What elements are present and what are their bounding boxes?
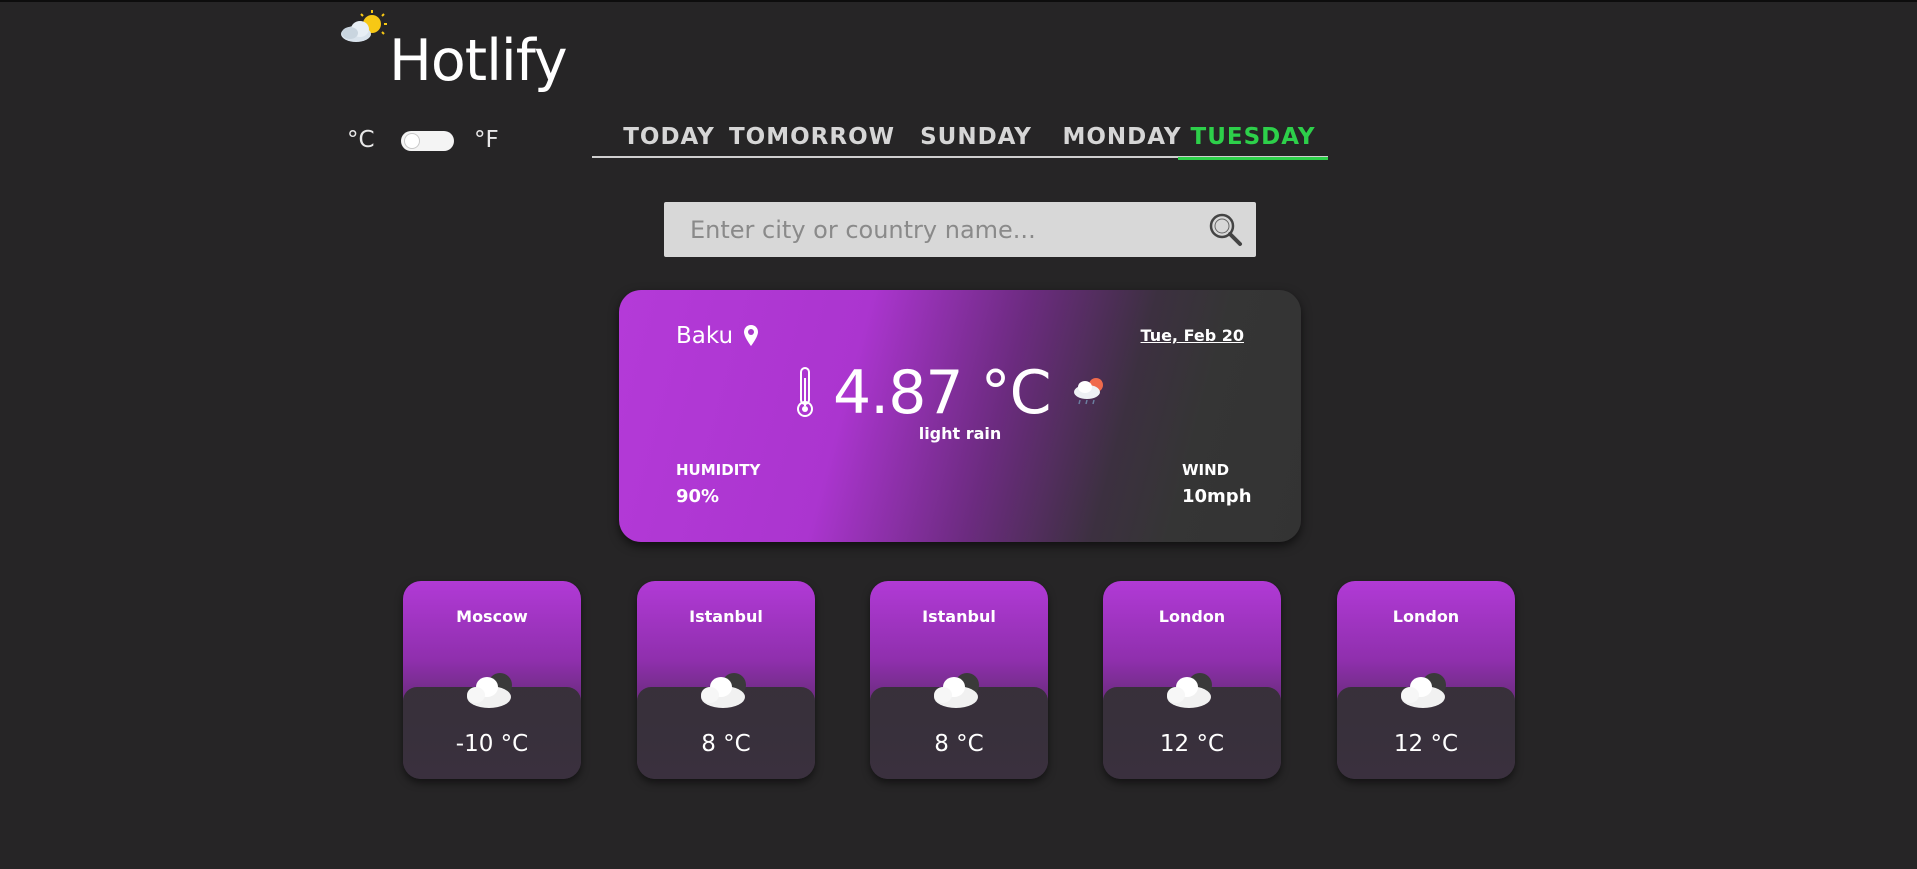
fahrenheit-label: °F xyxy=(474,127,499,153)
forecast-card[interactable]: Istanbul 8 °C xyxy=(637,581,815,779)
forecast-city: London xyxy=(1392,607,1460,626)
humidity-label: HUMIDITY xyxy=(676,461,761,479)
forecast-city: Istanbul xyxy=(689,607,763,626)
tab-today[interactable]: TODAY xyxy=(606,122,732,158)
forecast-card[interactable]: London 12 °C xyxy=(1337,581,1515,779)
current-date[interactable]: Tue, Feb 20 xyxy=(1100,326,1244,345)
unit-toggle[interactable] xyxy=(401,131,454,151)
celsius-label: °C xyxy=(347,127,375,153)
toggle-knob[interactable] xyxy=(404,133,420,149)
forecast-temperature: 12 °C xyxy=(1393,731,1459,757)
humidity-value: 90% xyxy=(676,486,720,507)
location-pin-icon xyxy=(744,325,758,346)
forecast-city: London xyxy=(1158,607,1226,626)
current-city: Baku xyxy=(676,323,734,349)
tab-tuesday[interactable]: TUESDAY xyxy=(1178,122,1328,160)
day-tabs: TODAY TOMORROW SUNDAY MONDAY TUESDAY xyxy=(592,120,1328,160)
tab-sunday[interactable]: SUNDAY xyxy=(908,122,1044,158)
cloud-moon-icon xyxy=(934,673,979,708)
forecast-card[interactable]: London 12 °C xyxy=(1103,581,1281,779)
app-title: Hotlify xyxy=(389,28,568,94)
sun-cloud-logo-icon xyxy=(341,10,387,42)
cloud-sun-rain-icon xyxy=(1074,378,1103,405)
tab-tomorrow[interactable]: TOMORROW xyxy=(722,122,902,158)
forecast-temperature: 12 °C xyxy=(1159,731,1225,757)
current-temperature: 4.87 °C xyxy=(833,358,1052,428)
wind-value: 10mph xyxy=(1182,486,1252,507)
cloud-moon-icon xyxy=(467,673,512,708)
thermometer-icon xyxy=(797,367,813,417)
search-bar xyxy=(664,202,1256,257)
wind-label: WIND xyxy=(1182,461,1230,479)
cloud-moon-icon xyxy=(1167,673,1212,708)
forecast-temperature: -10 °C xyxy=(455,731,529,757)
forecast-card[interactable]: Istanbul 8 °C xyxy=(870,581,1048,779)
forecast-city: Moscow xyxy=(456,607,528,626)
top-border xyxy=(0,0,1917,2)
cloud-moon-icon xyxy=(701,673,746,708)
cloud-moon-icon xyxy=(1401,673,1446,708)
search-input[interactable] xyxy=(664,202,1184,257)
forecast-temperature: 8 °C xyxy=(701,731,751,757)
current-condition: light rain xyxy=(918,424,1002,443)
forecast-card[interactable]: Moscow -10 °C xyxy=(403,581,581,779)
search-icon[interactable] xyxy=(1206,210,1246,250)
forecast-city: Istanbul xyxy=(922,607,996,626)
forecast-temperature: 8 °C xyxy=(934,731,984,757)
